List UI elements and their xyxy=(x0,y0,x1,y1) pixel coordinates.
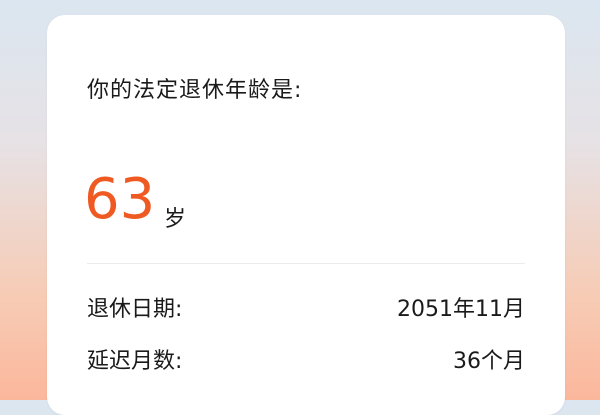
retirement-result-card: 你的法定退休年龄是: 63 岁 退休日期: 2051年11月 延迟月数: 36个… xyxy=(47,15,565,415)
divider xyxy=(87,263,525,264)
retirement-date-row: 退休日期: 2051年11月 xyxy=(87,291,525,323)
retirement-date-label: 退休日期: xyxy=(87,297,183,322)
delay-months-value: 36个月 xyxy=(453,349,525,374)
retirement-date-value: 2051年11月 xyxy=(397,297,525,322)
delay-months-label: 延迟月数: xyxy=(87,349,183,374)
delay-months-row: 延迟月数: 36个月 xyxy=(87,343,525,375)
retirement-age-value: 63 xyxy=(84,167,156,232)
result-title: 你的法定退休年龄是: xyxy=(87,78,303,103)
retirement-age-unit: 岁 xyxy=(164,207,187,232)
